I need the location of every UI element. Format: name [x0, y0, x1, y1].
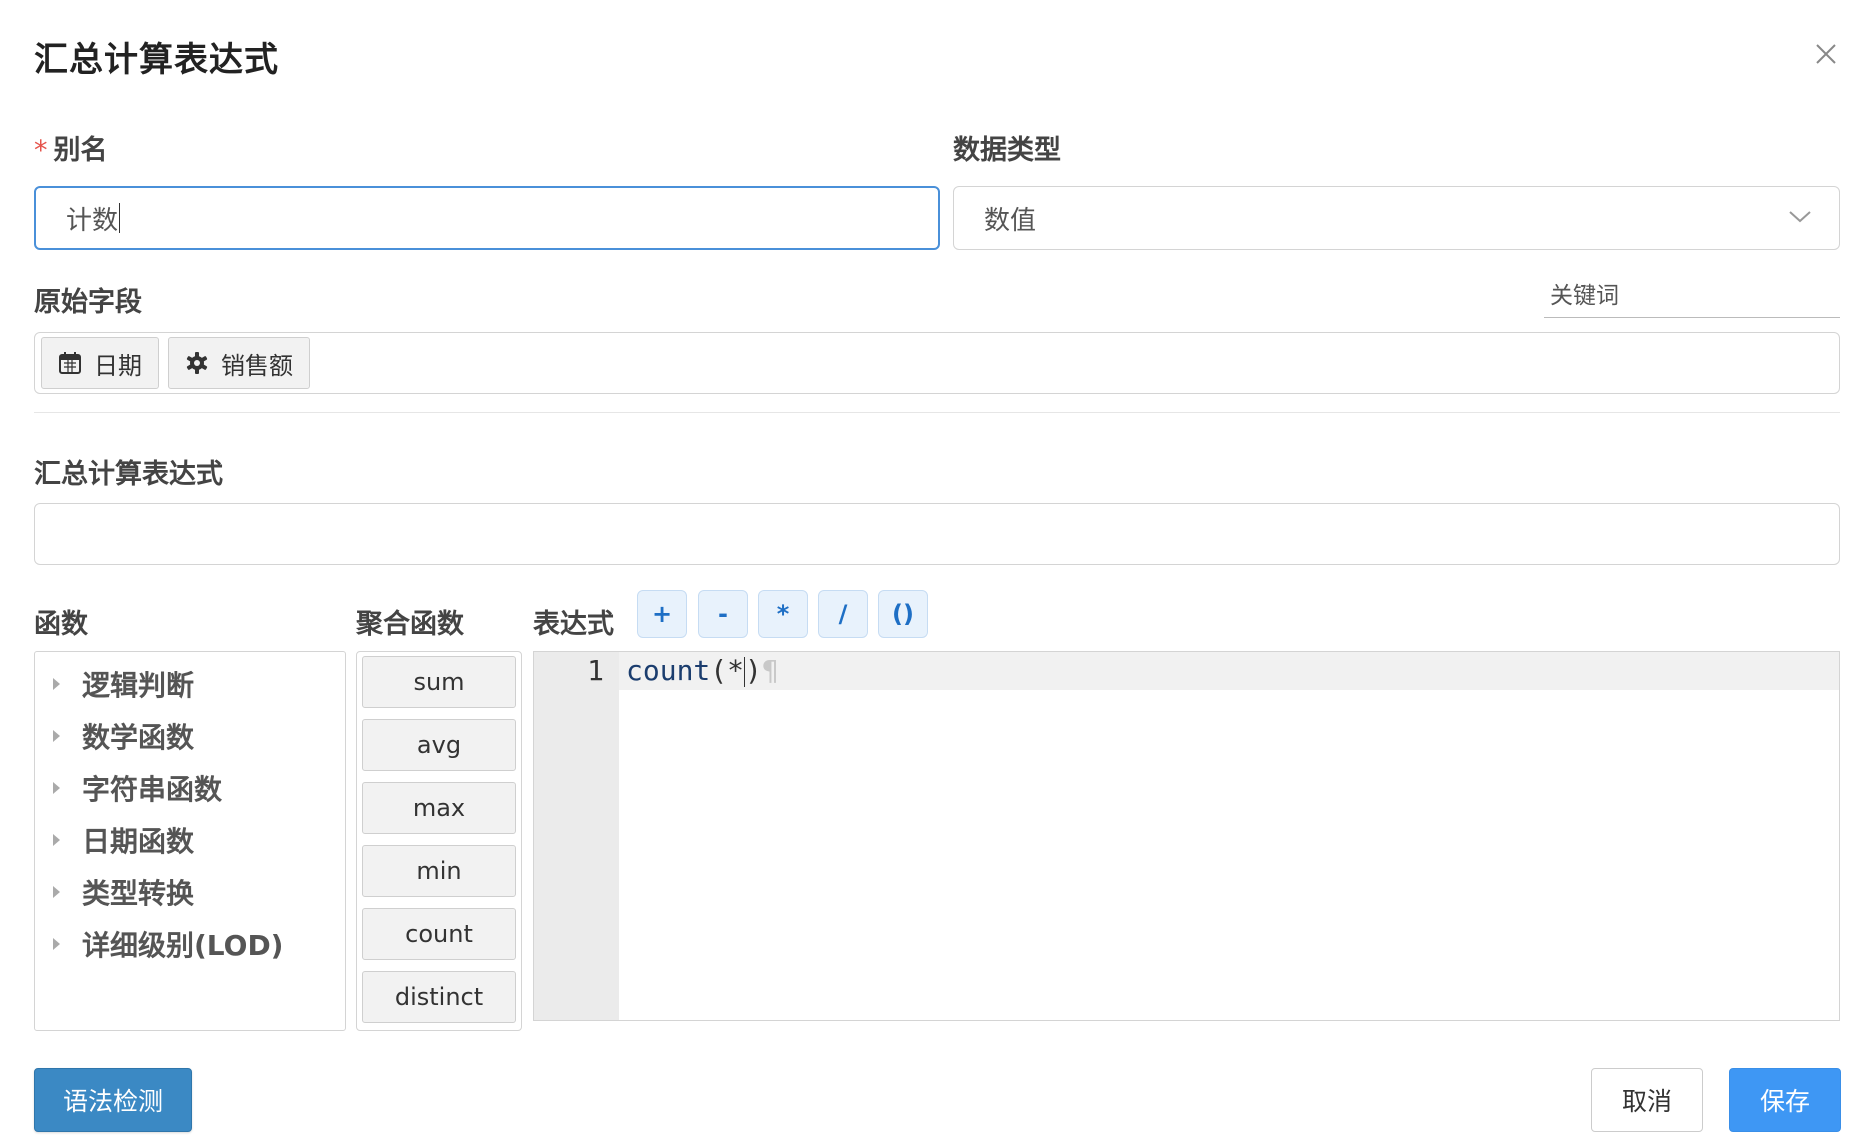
- function-category-label: 详细级别(LOD): [82, 929, 284, 962]
- field-tag-sales[interactable]: 销售额: [168, 337, 310, 389]
- data-type-selected: 数值: [984, 205, 1037, 236]
- caret-right-icon: [53, 678, 60, 690]
- source-fields-container: 日期 销售额: [34, 332, 1840, 394]
- aggregate-count-button[interactable]: count: [362, 908, 516, 960]
- code-line: count(*)¶: [626, 652, 779, 690]
- field-tag-date[interactable]: 日期: [41, 337, 159, 389]
- editor-gutter: [534, 652, 619, 1020]
- function-category-label: 字符串函数: [82, 773, 223, 806]
- function-category-lod[interactable]: 详细级别(LOD): [35, 918, 345, 970]
- text-cursor: [119, 203, 121, 233]
- aggregate-function-list: sum avg max min count distinct: [356, 651, 522, 1031]
- function-category-logic[interactable]: 逻辑判断: [35, 658, 345, 710]
- function-category-type-conversion[interactable]: 类型转换: [35, 866, 345, 918]
- data-type-label: 数据类型: [953, 135, 1061, 166]
- functions-label: 函数: [34, 609, 88, 640]
- dialog-title: 汇总计算表达式: [34, 40, 279, 80]
- field-tag-date-label: 日期: [94, 351, 142, 380]
- code-close-paren: ): [745, 654, 762, 687]
- aggregate-sum-button[interactable]: sum: [362, 656, 516, 708]
- data-type-select[interactable]: 数值: [953, 186, 1840, 250]
- caret-right-icon: [53, 730, 60, 742]
- operator-multiply-button[interactable]: *: [758, 590, 808, 638]
- operator-parentheses-button[interactable]: (): [878, 590, 928, 638]
- caret-right-icon: [53, 782, 60, 794]
- function-category-math[interactable]: 数学函数: [35, 710, 345, 762]
- function-category-date[interactable]: 日期函数: [35, 814, 345, 866]
- alias-label: * 别名: [34, 128, 108, 167]
- function-category-label: 数学函数: [82, 721, 195, 754]
- calendar-icon: [59, 352, 81, 374]
- required-mark: *: [34, 135, 48, 166]
- chevron-down-icon: [1789, 211, 1811, 223]
- field-tag-sales-label: 销售额: [221, 351, 293, 380]
- line-number: 1: [587, 654, 604, 687]
- active-line-highlight: [619, 652, 1839, 690]
- aggregate-min-button[interactable]: min: [362, 845, 516, 897]
- function-category-list: 逻辑判断 数学函数 字符串函数 日期函数 类型转换 详细级别(LOD): [34, 651, 346, 1031]
- source-fields-label: 原始字段: [34, 287, 142, 318]
- save-button[interactable]: 保存: [1729, 1068, 1841, 1132]
- expression-input[interactable]: [34, 503, 1840, 565]
- code-args: (*: [710, 654, 745, 687]
- syntax-check-button[interactable]: 语法检测: [34, 1068, 192, 1132]
- code-editor[interactable]: 1 count(*)¶: [533, 651, 1840, 1021]
- caret-right-icon: [53, 834, 60, 846]
- operator-minus-button[interactable]: -: [698, 590, 748, 638]
- alias-input-value: 计数: [66, 205, 119, 236]
- caret-right-icon: [53, 938, 60, 950]
- aggregate-avg-button[interactable]: avg: [362, 719, 516, 771]
- function-category-string[interactable]: 字符串函数: [35, 762, 345, 814]
- cancel-button[interactable]: 取消: [1591, 1068, 1703, 1132]
- gear-icon: [186, 352, 208, 374]
- close-icon[interactable]: [1812, 40, 1840, 68]
- aggregates-label: 聚合函数: [356, 609, 464, 640]
- expression-label: 汇总计算表达式: [34, 459, 223, 490]
- alias-input[interactable]: 计数: [34, 186, 940, 250]
- aggregate-max-button[interactable]: max: [362, 782, 516, 834]
- function-category-label: 日期函数: [82, 825, 195, 858]
- function-category-label: 逻辑判断: [82, 669, 195, 702]
- operator-divide-button[interactable]: /: [818, 590, 868, 638]
- section-divider: [34, 412, 1840, 413]
- code-function-name: count: [626, 654, 711, 687]
- alias-label-text: 别名: [53, 135, 108, 166]
- operator-plus-button[interactable]: +: [637, 590, 687, 638]
- keyword-search-input[interactable]: 关键词: [1544, 276, 1840, 318]
- caret-right-icon: [53, 886, 60, 898]
- function-category-label: 类型转换: [82, 877, 195, 910]
- end-of-line-mark: ¶: [761, 654, 779, 687]
- aggregate-distinct-button[interactable]: distinct: [362, 971, 516, 1023]
- editor-label: 表达式: [533, 609, 614, 640]
